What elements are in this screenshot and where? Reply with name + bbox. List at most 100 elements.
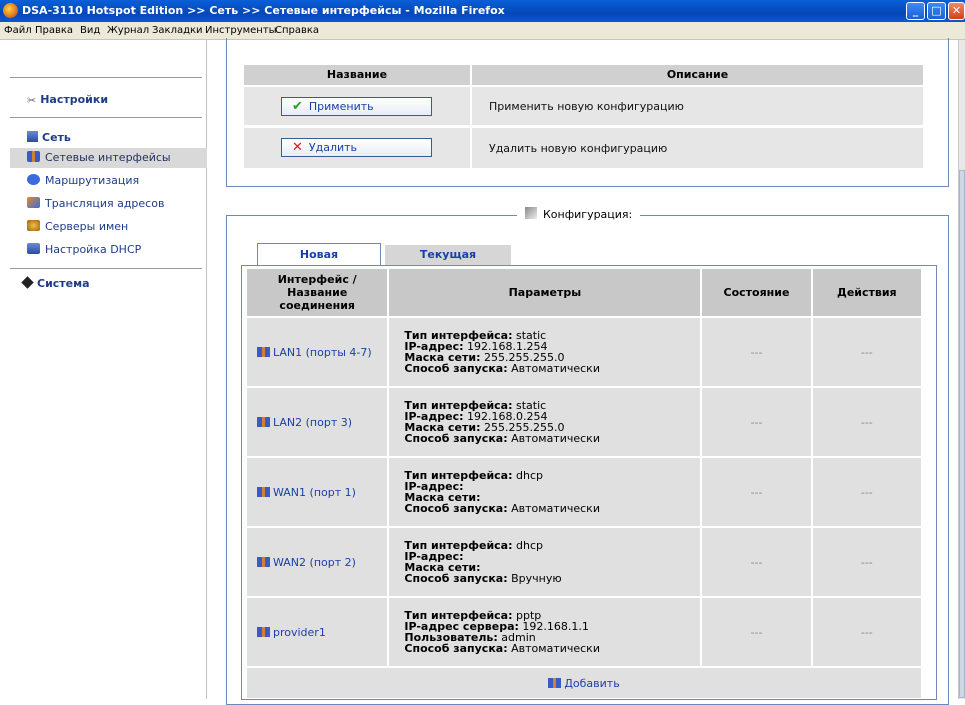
param-label: Способ запуска: xyxy=(404,362,508,375)
actions-cell: --- xyxy=(812,598,921,666)
col-params-header: Параметры xyxy=(389,269,701,316)
menu-bookmarks[interactable]: Закладки xyxy=(152,25,203,36)
actions-cell: --- xyxy=(812,388,921,456)
param-value: Автоматически xyxy=(511,642,600,655)
tab-new[interactable]: Новая xyxy=(257,243,381,265)
param-value: Вручную xyxy=(511,572,562,585)
apply-button[interactable]: ✔ Применить xyxy=(281,97,432,116)
menu-help[interactable]: Справка xyxy=(275,25,319,36)
actions-cell: --- xyxy=(812,458,921,526)
params-cell: Тип интерфейса: dhcp IP-адрес: Маска сети… xyxy=(389,528,701,596)
param-line: Способ запуска: Вручную xyxy=(404,573,685,584)
interface-icon xyxy=(257,346,270,357)
col-state-header: Состояние xyxy=(702,269,811,316)
sidebar-item-dhcp[interactable]: Настройка DHCP xyxy=(27,240,207,260)
window-titlebar: DSA-3110 Hotspot Edition >> Сеть >> Сете… xyxy=(0,0,965,22)
checkmark-icon: ✔ xyxy=(292,99,303,114)
add-link[interactable]: Добавить xyxy=(564,677,619,690)
actions-panel: Название Описание ✔ Применить Применить н… xyxy=(226,38,949,187)
interface-link[interactable]: LAN1 (порты 4-7) xyxy=(273,346,372,359)
param-line: Способ запуска: Автоматически xyxy=(404,363,685,374)
interface-link[interactable]: provider1 xyxy=(273,626,326,639)
apply-description: Применить новую конфигурацию xyxy=(489,100,684,113)
col-desc-header: Описание xyxy=(472,65,923,85)
params-cell: Тип интерфейса: static IP-адрес: 192.168.… xyxy=(389,388,701,456)
divider xyxy=(10,77,202,78)
params-cell: Тип интерфейса: dhcp IP-адрес: Маска сети… xyxy=(389,458,701,526)
interfaces-icon xyxy=(27,151,40,162)
close-icon[interactable]: ✕ xyxy=(948,2,965,20)
system-icon xyxy=(21,276,34,289)
sidebar-item-routing[interactable]: Маршрутизация xyxy=(27,171,207,191)
sidebar-system-label: Система xyxy=(37,277,90,290)
network-icon xyxy=(27,131,38,142)
menu-view[interactable]: Вид xyxy=(80,25,100,36)
param-value: Автоматически xyxy=(511,432,600,445)
divider xyxy=(10,268,202,269)
interface-cell: provider1 xyxy=(247,598,388,666)
maximize-icon[interactable]: □ xyxy=(927,2,946,20)
param-value: Автоматически xyxy=(511,502,600,515)
param-label: Способ запуска: xyxy=(404,572,508,585)
sidebar-item-interfaces[interactable]: Сетевые интерфейсы xyxy=(10,148,207,168)
interface-cell: LAN1 (порты 4-7) xyxy=(247,318,388,386)
sidebar-item-dns[interactable]: Серверы имен xyxy=(27,217,207,237)
tab-current[interactable]: Текущая xyxy=(385,245,511,265)
param-label: Способ запуска: xyxy=(404,502,508,515)
interface-link[interactable]: LAN2 (порт 3) xyxy=(273,416,352,429)
sidebar-section-system[interactable]: Система xyxy=(21,276,90,290)
menu-file[interactable]: Файл xyxy=(4,25,32,36)
scrollbar[interactable] xyxy=(958,40,965,699)
sidebar-item-label: Маршрутизация xyxy=(45,174,140,187)
sidebar-item-nat[interactable]: Трансляция адресов xyxy=(27,194,207,214)
cross-icon: ✕ xyxy=(292,140,303,155)
add-interface-icon xyxy=(548,677,562,688)
window-title: DSA-3110 Hotspot Edition >> Сеть >> Сете… xyxy=(22,4,505,17)
config-icon xyxy=(525,207,537,219)
interface-link[interactable]: WAN1 (порт 1) xyxy=(273,486,356,499)
interfaces-table: Интерфейс / Название соединения Параметр… xyxy=(245,267,923,700)
config-legend: Конфигурация: xyxy=(517,207,641,221)
actions-cell: --- xyxy=(812,528,921,596)
param-value: Автоматически xyxy=(511,362,600,375)
param-line: Способ запуска: Автоматически xyxy=(404,643,685,654)
params-cell: Тип интерфейса: pptp IP-адрес сервера: 19… xyxy=(389,598,701,666)
minimize-icon[interactable]: _ xyxy=(906,2,925,20)
delete-button[interactable]: ✕ Удалить xyxy=(281,138,432,157)
col-actions-header: Действия xyxy=(812,269,921,316)
menu-history[interactable]: Журнал xyxy=(107,25,149,36)
menu-tools[interactable]: Инструменты xyxy=(205,25,277,36)
col-name-header: Название xyxy=(244,65,470,85)
interface-cell: LAN2 (порт 3) xyxy=(247,388,388,456)
interface-icon xyxy=(257,556,270,567)
sidebar-network-label: Сеть xyxy=(42,131,71,144)
scrollbar-thumb[interactable] xyxy=(959,170,965,698)
menu-edit[interactable]: Правка xyxy=(35,25,73,36)
sidebar-item-label: Настройка DHCP xyxy=(45,243,142,256)
param-value: dhcp xyxy=(516,469,543,482)
divider xyxy=(470,87,472,168)
sidebar-section-network[interactable]: Сеть xyxy=(27,131,71,144)
state-cell: --- xyxy=(702,458,811,526)
sidebar-item-label: Серверы имен xyxy=(45,220,129,233)
table-row: LAN1 (порты 4-7) Тип интерфейса: static IP… xyxy=(247,318,921,386)
col-interface-header: Интерфейс / Название соединения xyxy=(247,269,388,316)
state-cell: --- xyxy=(702,528,811,596)
table-row: WAN1 (порт 1) Тип интерфейса: dhcp IP-адре… xyxy=(247,458,921,526)
dns-icon xyxy=(27,220,40,231)
table-row: provider1 Тип интерфейса: pptp IP-адрес се… xyxy=(247,598,921,666)
firefox-icon xyxy=(3,3,18,18)
actions-cell: --- xyxy=(812,318,921,386)
sidebar-section-settings[interactable]: ✂ Настройки xyxy=(27,93,108,107)
param-line: Способ запуска: Автоматически xyxy=(404,503,685,514)
tools-icon: ✂ xyxy=(27,94,37,107)
state-cell: --- xyxy=(702,598,811,666)
sidebar: ✂ Настройки Сеть Сетевые интерфейсы Маршр… xyxy=(0,40,207,699)
interface-link[interactable]: WAN2 (порт 2) xyxy=(273,556,356,569)
interface-icon xyxy=(257,486,270,497)
param-value: dhcp xyxy=(516,539,543,552)
params-cell: Тип интерфейса: static IP-адрес: 192.168.… xyxy=(389,318,701,386)
config-legend-label: Конфигурация: xyxy=(543,208,633,221)
interface-cell: WAN1 (порт 1) xyxy=(247,458,388,526)
routing-icon xyxy=(27,174,40,185)
